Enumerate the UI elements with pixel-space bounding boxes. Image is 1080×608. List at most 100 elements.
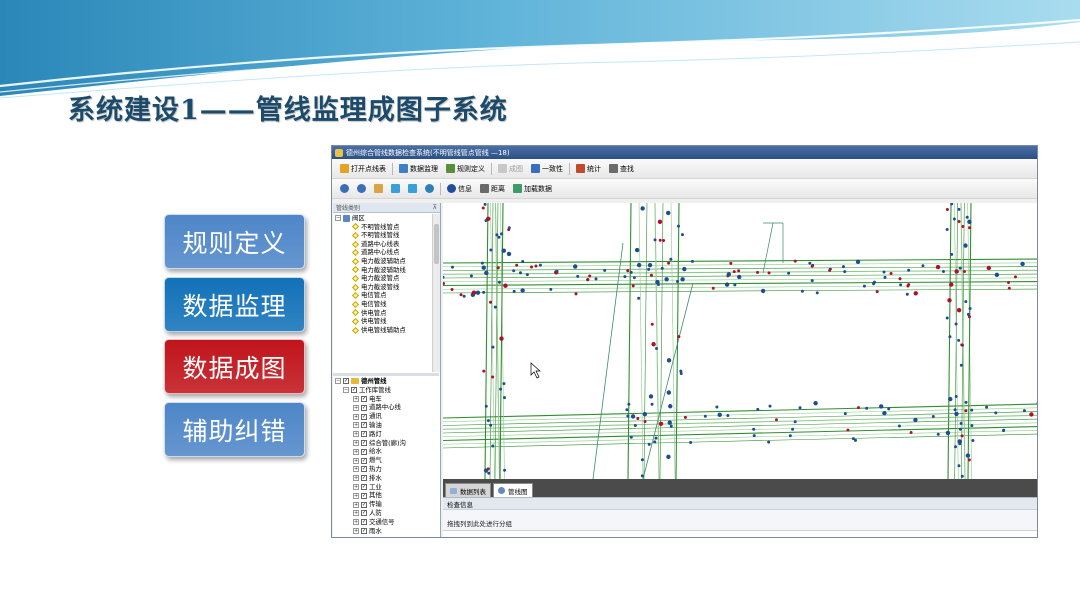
pipe-node[interactable] xyxy=(985,405,989,409)
collapse-icon[interactable]: − xyxy=(335,378,341,385)
pipe-tree-item[interactable]: + ✓ 人防 xyxy=(333,509,439,518)
pipe-node[interactable] xyxy=(489,248,493,252)
expand-icon[interactable]: + xyxy=(353,439,359,446)
pipe-node[interactable] xyxy=(640,206,645,211)
pipe-node[interactable] xyxy=(680,277,685,282)
pipe-node[interactable] xyxy=(495,233,499,237)
pipe-node[interactable] xyxy=(512,289,516,293)
layer-tree-item[interactable]: 不明管线管线 xyxy=(333,231,439,240)
pipe-node[interactable] xyxy=(798,406,802,410)
pipe-node[interactable] xyxy=(626,414,630,418)
pipe-node[interactable] xyxy=(862,284,866,288)
pipe-node[interactable] xyxy=(679,371,683,375)
pipe-node[interactable] xyxy=(496,266,500,270)
checkbox[interactable]: ✓ xyxy=(361,519,367,526)
data-supervise-button[interactable]: 数据监理 xyxy=(164,277,305,332)
pipe-node[interactable] xyxy=(954,411,959,417)
checkbox[interactable]: ✓ xyxy=(361,510,367,517)
pipe-node[interactable] xyxy=(883,275,887,279)
pipe-node[interactable] xyxy=(948,335,952,339)
pipe-node[interactable] xyxy=(669,424,673,428)
pipe-tree-item[interactable]: + ✓ 传输 xyxy=(333,500,439,509)
pipe-node[interactable] xyxy=(642,411,648,417)
pipe-line[interactable] xyxy=(762,222,774,274)
checkbox[interactable]: ✓ xyxy=(361,475,367,482)
pipe-node[interactable] xyxy=(882,270,886,274)
globe-button[interactable] xyxy=(423,183,436,194)
pipe-node[interactable] xyxy=(484,404,488,408)
pipe-node[interactable] xyxy=(957,338,961,342)
distance-button[interactable]: 距离 xyxy=(478,183,507,195)
pipe-node[interactable] xyxy=(667,261,671,265)
tab-pipe-map[interactable]: 管线图 xyxy=(493,483,533,497)
pipe-node[interactable] xyxy=(963,243,968,248)
pipe-tree-item[interactable]: + ✓ 工业 xyxy=(333,483,439,492)
pipe-node[interactable] xyxy=(486,419,490,423)
pipe-node[interactable] xyxy=(634,247,640,253)
pipe-node[interactable] xyxy=(503,283,508,288)
pipe-node[interactable] xyxy=(502,382,506,386)
pipe-node[interactable] xyxy=(703,414,707,418)
layer-tree-item[interactable]: 供电管点 xyxy=(333,309,439,318)
pipe-node[interactable] xyxy=(994,272,1000,278)
pipe-library-node[interactable]: − ✓ 工作库管线 xyxy=(333,386,439,395)
pipe-tree-item[interactable]: + ✓ 其他 xyxy=(333,491,439,500)
pipe-node[interactable] xyxy=(865,406,869,410)
expand-icon[interactable]: + xyxy=(353,395,359,402)
pipe-node[interactable] xyxy=(630,414,636,419)
pipe-node[interactable] xyxy=(964,409,968,413)
pipe-node[interactable] xyxy=(853,438,857,442)
pipe-tree-item[interactable]: + ✓ 通讯 xyxy=(333,412,439,421)
pan-hand-button[interactable] xyxy=(372,183,385,194)
pipe-node[interactable] xyxy=(499,336,504,341)
pipe-node[interactable] xyxy=(800,289,804,293)
pipe-node[interactable] xyxy=(529,265,533,269)
pipe-node[interactable] xyxy=(843,270,847,274)
pipe-node[interactable] xyxy=(658,421,664,426)
pipe-node[interactable] xyxy=(572,264,578,269)
statistics-button[interactable]: 统计 xyxy=(574,163,603,175)
pipe-node[interactable] xyxy=(682,266,687,272)
pipe-node[interactable] xyxy=(1029,412,1034,417)
pipe-line[interactable] xyxy=(638,203,644,479)
pipe-line[interactable] xyxy=(947,203,952,479)
checkbox[interactable]: ✓ xyxy=(361,457,367,464)
pipe-node[interactable] xyxy=(760,288,766,294)
pipe-node[interactable] xyxy=(483,203,487,206)
pipe-node[interactable] xyxy=(483,468,489,473)
pipe-node[interactable] xyxy=(669,257,673,261)
expand-icon[interactable]: + xyxy=(353,519,359,526)
checkbox[interactable]: ✓ xyxy=(361,404,367,411)
pipe-node[interactable] xyxy=(520,288,525,293)
pipe-node[interactable] xyxy=(957,220,961,224)
pipe-node[interactable] xyxy=(653,440,657,444)
layer-tree-item[interactable]: 道路中心线点 xyxy=(333,248,439,257)
pipe-line[interactable] xyxy=(642,282,694,479)
pipe-node[interactable] xyxy=(931,415,935,419)
layer-tree-item[interactable]: 电力截波辅助线 xyxy=(333,266,439,275)
pipe-node[interactable] xyxy=(521,259,525,263)
pipe-node[interactable] xyxy=(960,434,964,438)
pipe-node[interactable] xyxy=(653,238,657,242)
pipe-node[interactable] xyxy=(898,277,902,281)
pipe-node[interactable] xyxy=(656,283,660,287)
pipe-node[interactable] xyxy=(957,464,961,468)
expand-icon[interactable]: + xyxy=(353,448,359,455)
pipe-tree-item[interactable]: + ✓ 排水 xyxy=(333,474,439,483)
pipe-node[interactable] xyxy=(733,283,737,287)
pipe-node[interactable] xyxy=(626,269,630,273)
pipe-node[interactable] xyxy=(647,262,653,268)
pipe-node[interactable] xyxy=(482,290,486,294)
pipe-node[interactable] xyxy=(956,307,962,313)
pipe-node[interactable] xyxy=(921,264,925,268)
pipe-node[interactable] xyxy=(970,408,974,412)
pipe-node[interactable] xyxy=(475,290,481,295)
pipe-node[interactable] xyxy=(906,284,910,288)
pipe-node[interactable] xyxy=(632,276,636,280)
pipe-node[interactable] xyxy=(752,427,756,431)
pipe-node[interactable] xyxy=(1013,275,1017,279)
pipe-node[interactable] xyxy=(484,270,489,276)
pipe-node[interactable] xyxy=(459,293,463,297)
pipe-node[interactable] xyxy=(846,428,850,432)
pipe-node[interactable] xyxy=(627,402,631,406)
